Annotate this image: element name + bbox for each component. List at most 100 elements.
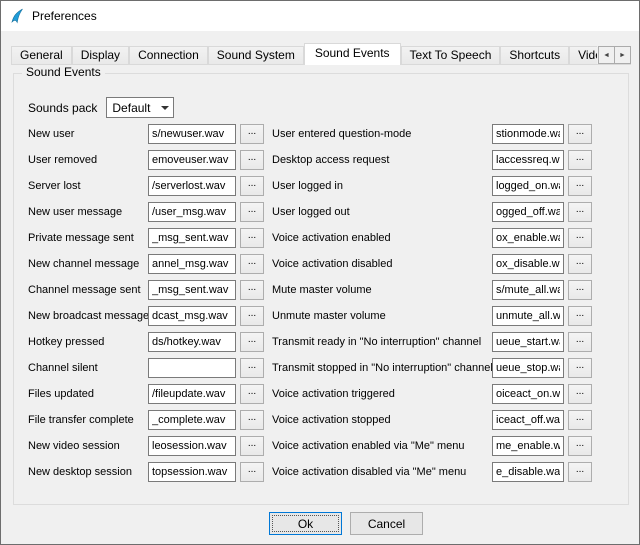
sound-event-label: Transmit ready in "No interruption" chan… <box>272 336 492 348</box>
browse-button[interactable]: ... <box>240 332 264 352</box>
sound-event-row: Channel message sent... <box>28 280 264 300</box>
sound-file-input[interactable] <box>492 280 564 300</box>
browse-button[interactable]: ... <box>240 384 264 404</box>
sound-event-label: New user message <box>28 206 148 218</box>
sound-file-input[interactable] <box>492 306 564 326</box>
browse-button[interactable]: ... <box>240 436 264 456</box>
browse-button[interactable]: ... <box>240 228 264 248</box>
sound-file-input[interactable] <box>148 332 236 352</box>
browse-button[interactable]: ... <box>568 280 592 300</box>
sound-file-input[interactable] <box>492 358 564 378</box>
browse-button[interactable]: ... <box>240 254 264 274</box>
sound-file-input[interactable] <box>492 202 564 222</box>
browse-button[interactable]: ... <box>568 124 592 144</box>
ok-button[interactable]: Ok <box>269 512 342 535</box>
tab-display[interactable]: Display <box>72 46 129 64</box>
sound-file-input[interactable] <box>148 358 236 378</box>
browse-button[interactable]: ... <box>568 358 592 378</box>
tab-text-to-speech[interactable]: Text To Speech <box>401 46 501 64</box>
browse-button[interactable]: ... <box>240 176 264 196</box>
sound-event-label: Voice activation disabled <box>272 258 492 270</box>
browse-button[interactable]: ... <box>240 410 264 430</box>
sound-file-input[interactable] <box>148 228 236 248</box>
sound-file-input[interactable] <box>492 176 564 196</box>
sound-file-input[interactable] <box>492 462 564 482</box>
sound-file-input[interactable] <box>492 228 564 248</box>
browse-button[interactable]: ... <box>568 306 592 326</box>
cancel-button[interactable]: Cancel <box>350 512 423 535</box>
sound-file-input[interactable] <box>148 202 236 222</box>
tab-scroll-right-button[interactable]: ► <box>614 46 631 64</box>
browse-button[interactable]: ... <box>568 436 592 456</box>
sound-file-input[interactable] <box>148 176 236 196</box>
sound-file-input[interactable] <box>148 124 236 144</box>
sound-file-input[interactable] <box>492 410 564 430</box>
sound-event-label: New desktop session <box>28 466 148 478</box>
browse-button[interactable]: ... <box>240 306 264 326</box>
sound-file-input[interactable] <box>148 462 236 482</box>
sound-event-label: Voice activation enabled <box>272 232 492 244</box>
browse-button[interactable]: ... <box>568 202 592 222</box>
browse-button[interactable]: ... <box>568 176 592 196</box>
sound-file-input[interactable] <box>148 436 236 456</box>
sound-event-row: Hotkey pressed... <box>28 332 264 352</box>
tab-sound-system[interactable]: Sound System <box>208 46 304 64</box>
browse-button[interactable]: ... <box>240 150 264 170</box>
sounds-pack-select[interactable]: Default <box>106 97 174 118</box>
sound-event-row: Voice activation disabled... <box>272 254 592 274</box>
browse-button[interactable]: ... <box>568 462 592 482</box>
browse-button[interactable]: ... <box>568 150 592 170</box>
browse-button[interactable]: ... <box>240 358 264 378</box>
tab-scroll-left-button[interactable]: ◄ <box>598 46 615 64</box>
sound-file-input[interactable] <box>492 384 564 404</box>
sound-event-label: Voice activation stopped <box>272 414 492 426</box>
window-title: Preferences <box>32 9 97 23</box>
sound-file-input[interactable] <box>148 384 236 404</box>
tab-shortcuts[interactable]: Shortcuts <box>500 46 569 64</box>
sound-event-label: Desktop access request <box>272 154 492 166</box>
sound-event-row: Voice activation enabled via "Me" menu..… <box>272 436 592 456</box>
sound-event-label: Voice activation triggered <box>272 388 492 400</box>
sound-file-input[interactable] <box>492 332 564 352</box>
titlebar[interactable]: Preferences <box>1 1 639 31</box>
sound-event-row: Voice activation triggered... <box>272 384 592 404</box>
preferences-dialog: Preferences GeneralDisplayConnectionSoun… <box>0 0 640 545</box>
sound-event-row: User removed... <box>28 150 264 170</box>
sound-event-label: Files updated <box>28 388 148 400</box>
sound-event-label: Transmit stopped in "No interruption" ch… <box>272 362 492 374</box>
browse-button[interactable]: ... <box>568 228 592 248</box>
sound-file-input[interactable] <box>492 124 564 144</box>
sound-event-row: Voice activation enabled... <box>272 228 592 248</box>
sound-file-input[interactable] <box>148 254 236 274</box>
sound-file-input[interactable] <box>148 150 236 170</box>
browse-button[interactable]: ... <box>568 384 592 404</box>
browse-button[interactable]: ... <box>568 254 592 274</box>
browse-button[interactable]: ... <box>568 410 592 430</box>
tab-video[interactable]: Video <box>569 46 597 64</box>
sound-file-input[interactable] <box>148 306 236 326</box>
browse-button[interactable]: ... <box>240 124 264 144</box>
sound-events-column-right: User entered question-mode...Desktop acc… <box>272 124 592 482</box>
sound-events-column-left: New user...User removed...Server lost...… <box>28 124 264 482</box>
browse-button[interactable]: ... <box>240 202 264 222</box>
tab-sound-events[interactable]: Sound Events <box>304 43 401 65</box>
sound-file-input[interactable] <box>492 436 564 456</box>
teamtalk-app-icon <box>9 8 25 24</box>
sound-file-input[interactable] <box>492 150 564 170</box>
tab-bar: GeneralDisplayConnectionSound SystemSoun… <box>11 43 597 65</box>
sound-event-row: Private message sent... <box>28 228 264 248</box>
browse-button[interactable]: ... <box>240 280 264 300</box>
browse-button[interactable]: ... <box>568 332 592 352</box>
group-title: Sound Events <box>22 65 105 79</box>
sounds-pack-value: Default <box>112 101 150 115</box>
sound-file-input[interactable] <box>492 254 564 274</box>
sound-event-label: Server lost <box>28 180 148 192</box>
tab-connection[interactable]: Connection <box>129 46 208 64</box>
sound-file-input[interactable] <box>148 280 236 300</box>
sound-event-label: Voice activation enabled via "Me" menu <box>272 440 492 452</box>
tab-general[interactable]: General <box>11 46 72 64</box>
sound-file-input[interactable] <box>148 410 236 430</box>
sound-event-row: Transmit ready in "No interruption" chan… <box>272 332 592 352</box>
sound-event-label: Mute master volume <box>272 284 492 296</box>
browse-button[interactable]: ... <box>240 462 264 482</box>
